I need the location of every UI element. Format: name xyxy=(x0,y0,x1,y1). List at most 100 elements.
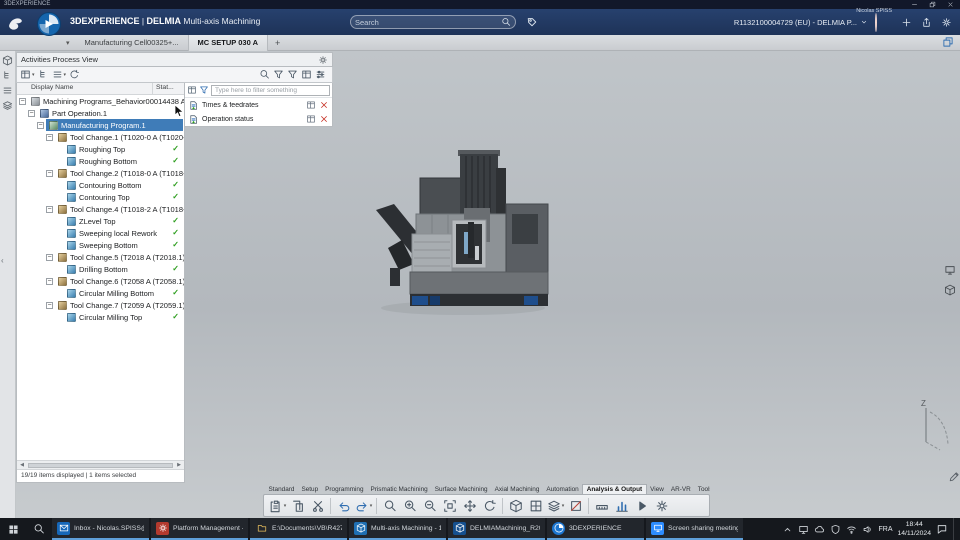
tree-row[interactable]: − Part Operation.1 xyxy=(17,107,184,119)
list-view-icon[interactable] xyxy=(2,85,13,96)
status-column-row[interactable]: Operation status xyxy=(185,112,332,126)
search-icon[interactable] xyxy=(380,496,399,515)
horizontal-scrollbar[interactable]: ◀ ▶ xyxy=(17,460,184,469)
ribbon-tab-prismatic-machining[interactable]: Prismatic Machining xyxy=(367,485,431,494)
multi-view-icon[interactable] xyxy=(526,496,545,515)
annotate-pencil-icon[interactable] xyxy=(948,471,960,483)
ribbon-tab-axial-machining[interactable]: Axial Machining xyxy=(491,485,543,494)
hidden-icons-chevron[interactable] xyxy=(782,524,793,535)
expander-icon[interactable]: − xyxy=(19,97,26,105)
paste-icon[interactable]: ▾ xyxy=(268,496,287,515)
tree-row[interactable]: Circular Milling Top ✓ xyxy=(17,311,184,323)
new-tab-button[interactable]: + xyxy=(268,38,287,48)
measure-icon[interactable] xyxy=(592,496,611,515)
tree-node[interactable]: Part Operation.1 xyxy=(37,107,110,119)
fit-all-icon[interactable] xyxy=(440,496,459,515)
filter-edit-icon[interactable] xyxy=(287,69,298,80)
column-display-name[interactable]: Display Name xyxy=(17,83,152,94)
view-mode-icon[interactable]: ▾ xyxy=(52,69,66,80)
volume-icon[interactable] xyxy=(862,524,873,535)
tree-column-header[interactable]: Display Name Stat... xyxy=(17,83,184,95)
expander-icon[interactable]: − xyxy=(46,133,53,141)
layout-restore-icon[interactable] xyxy=(942,36,954,48)
taskbar-app-explorer[interactable]: E:\Documents\VB\R427 xyxy=(250,518,347,540)
minimize-button[interactable] xyxy=(906,0,922,9)
tree-node[interactable]: Circular Milling Top xyxy=(64,311,145,323)
refresh-icon[interactable] xyxy=(69,69,80,80)
filter-icon[interactable] xyxy=(199,85,209,95)
display-options-button[interactable] xyxy=(306,100,316,110)
ribbon-tab-view[interactable]: View xyxy=(647,485,668,494)
tree-node[interactable]: Contouring Top xyxy=(64,191,133,203)
scroll-right-arrow[interactable]: ▶ xyxy=(175,462,183,468)
tree-node[interactable]: Drilling Bottom xyxy=(64,263,131,275)
add-content-icon[interactable] xyxy=(899,15,914,30)
tree-row[interactable]: − Tool Change.1 (T1020-0 A (T1020-0... xyxy=(17,131,184,143)
search-icon[interactable] xyxy=(259,69,270,80)
view-compass[interactable]: Z xyxy=(906,396,954,460)
expander-icon[interactable]: − xyxy=(46,301,53,309)
tree-node[interactable]: Tool Change.4 (T1018-2 A (T1018-2... xyxy=(55,203,184,215)
cut-icon[interactable] xyxy=(308,496,327,515)
ribbon-tab-standard[interactable]: Standard xyxy=(265,485,298,494)
display-options-button[interactable] xyxy=(306,114,316,124)
global-search[interactable] xyxy=(350,15,516,29)
tree-row[interactable]: − Tool Change.4 (T1018-2 A (T1018-2... xyxy=(17,203,184,215)
tag-icon[interactable] xyxy=(524,15,540,29)
display-icon[interactable] xyxy=(798,524,809,535)
taskbar-app-outlook[interactable]: Inbox - Nicolas.SPISS@... xyxy=(52,518,149,540)
tree-row[interactable]: Roughing Bottom ✓ xyxy=(17,155,184,167)
action-center-icon[interactable] xyxy=(936,523,948,535)
tree-row[interactable]: Contouring Bottom ✓ xyxy=(17,179,184,191)
tree-row[interactable]: − Machining Programs_Behavior00014438 A xyxy=(17,95,184,107)
cnc-machine-model[interactable] xyxy=(368,148,558,318)
filter-icon[interactable] xyxy=(273,69,284,80)
taskbar-app-delmia[interactable]: DELMIAMachining_R20... xyxy=(448,518,545,540)
simulate-icon[interactable] xyxy=(632,496,651,515)
document-tab-2[interactable]: MC SETUP 030 A xyxy=(188,34,268,51)
taskbar-app-machining[interactable]: Multi-axis Machining - 1... xyxy=(349,518,446,540)
section-icon[interactable] xyxy=(566,496,585,515)
taskbar-app-platform-management[interactable]: Platform Management - xyxy=(151,518,248,540)
expander-icon[interactable]: − xyxy=(46,205,53,213)
tree-row[interactable]: Circular Milling Bottom ✓ xyxy=(17,287,184,299)
layers-panel-icon[interactable] xyxy=(2,100,13,111)
expander-icon[interactable]: − xyxy=(46,169,53,177)
collapsed-panel-cube-icon[interactable] xyxy=(944,284,956,296)
close-button[interactable] xyxy=(942,0,958,9)
output-icon[interactable] xyxy=(652,496,671,515)
panel-collapse-chevron[interactable]: ‹ xyxy=(1,256,4,265)
scroll-left-arrow[interactable]: ◀ xyxy=(18,462,26,468)
ribbon-tab-analysis-output[interactable]: Analysis & Output xyxy=(582,484,647,494)
add-column-icon[interactable] xyxy=(187,85,197,95)
onedrive-icon[interactable] xyxy=(814,524,825,535)
search-icon[interactable] xyxy=(501,17,511,27)
tree-row[interactable]: − Manufacturing Program.1 xyxy=(17,119,184,131)
render-style-icon[interactable]: ▾ xyxy=(546,496,565,515)
share-icon[interactable] xyxy=(919,15,934,30)
taskbar-app-meeting[interactable]: Screen sharing meeting xyxy=(646,518,743,540)
tree-node[interactable]: Sweeping Bottom xyxy=(64,239,141,251)
panel-header[interactable]: Activities Process View xyxy=(16,52,333,67)
copy-icon[interactable] xyxy=(288,496,307,515)
taskbar-app-3dexperience[interactable]: 3DEXPERIENCE xyxy=(547,518,644,540)
column-status[interactable]: Stat... xyxy=(152,83,184,94)
remove-column-button[interactable] xyxy=(319,114,329,124)
new-view-icon[interactable]: ▾ xyxy=(20,69,35,80)
platform-selector[interactable]: R1132100004729 (EU) - DELMIA P... xyxy=(734,18,868,27)
expander-icon[interactable]: − xyxy=(28,109,35,117)
status-column-row[interactable]: Times & feedrates xyxy=(185,98,332,112)
ribbon-tab-surface-machining[interactable]: Surface Machining xyxy=(431,485,491,494)
tree-node[interactable]: Tool Change.6 (T2058 A (T2058.1) - ... xyxy=(55,275,184,287)
tree-node[interactable]: Roughing Bottom xyxy=(64,155,140,167)
network-icon[interactable] xyxy=(846,524,857,535)
tree-row[interactable]: − Tool Change.7 (T2059 A (T2059.1) - ... xyxy=(17,299,184,311)
settings-icon[interactable] xyxy=(939,15,954,30)
security-icon[interactable] xyxy=(830,524,841,535)
tree-row[interactable]: Roughing Top ✓ xyxy=(17,143,184,155)
zoom-in-icon[interactable] xyxy=(400,496,419,515)
iso-view-icon[interactable] xyxy=(506,496,525,515)
tree-row[interactable]: ZLevel Top ✓ xyxy=(17,215,184,227)
tree-node[interactable]: Tool Change.5 (T2018 A (T2018.1) / ... xyxy=(55,251,184,263)
analysis-icon[interactable] xyxy=(612,496,631,515)
